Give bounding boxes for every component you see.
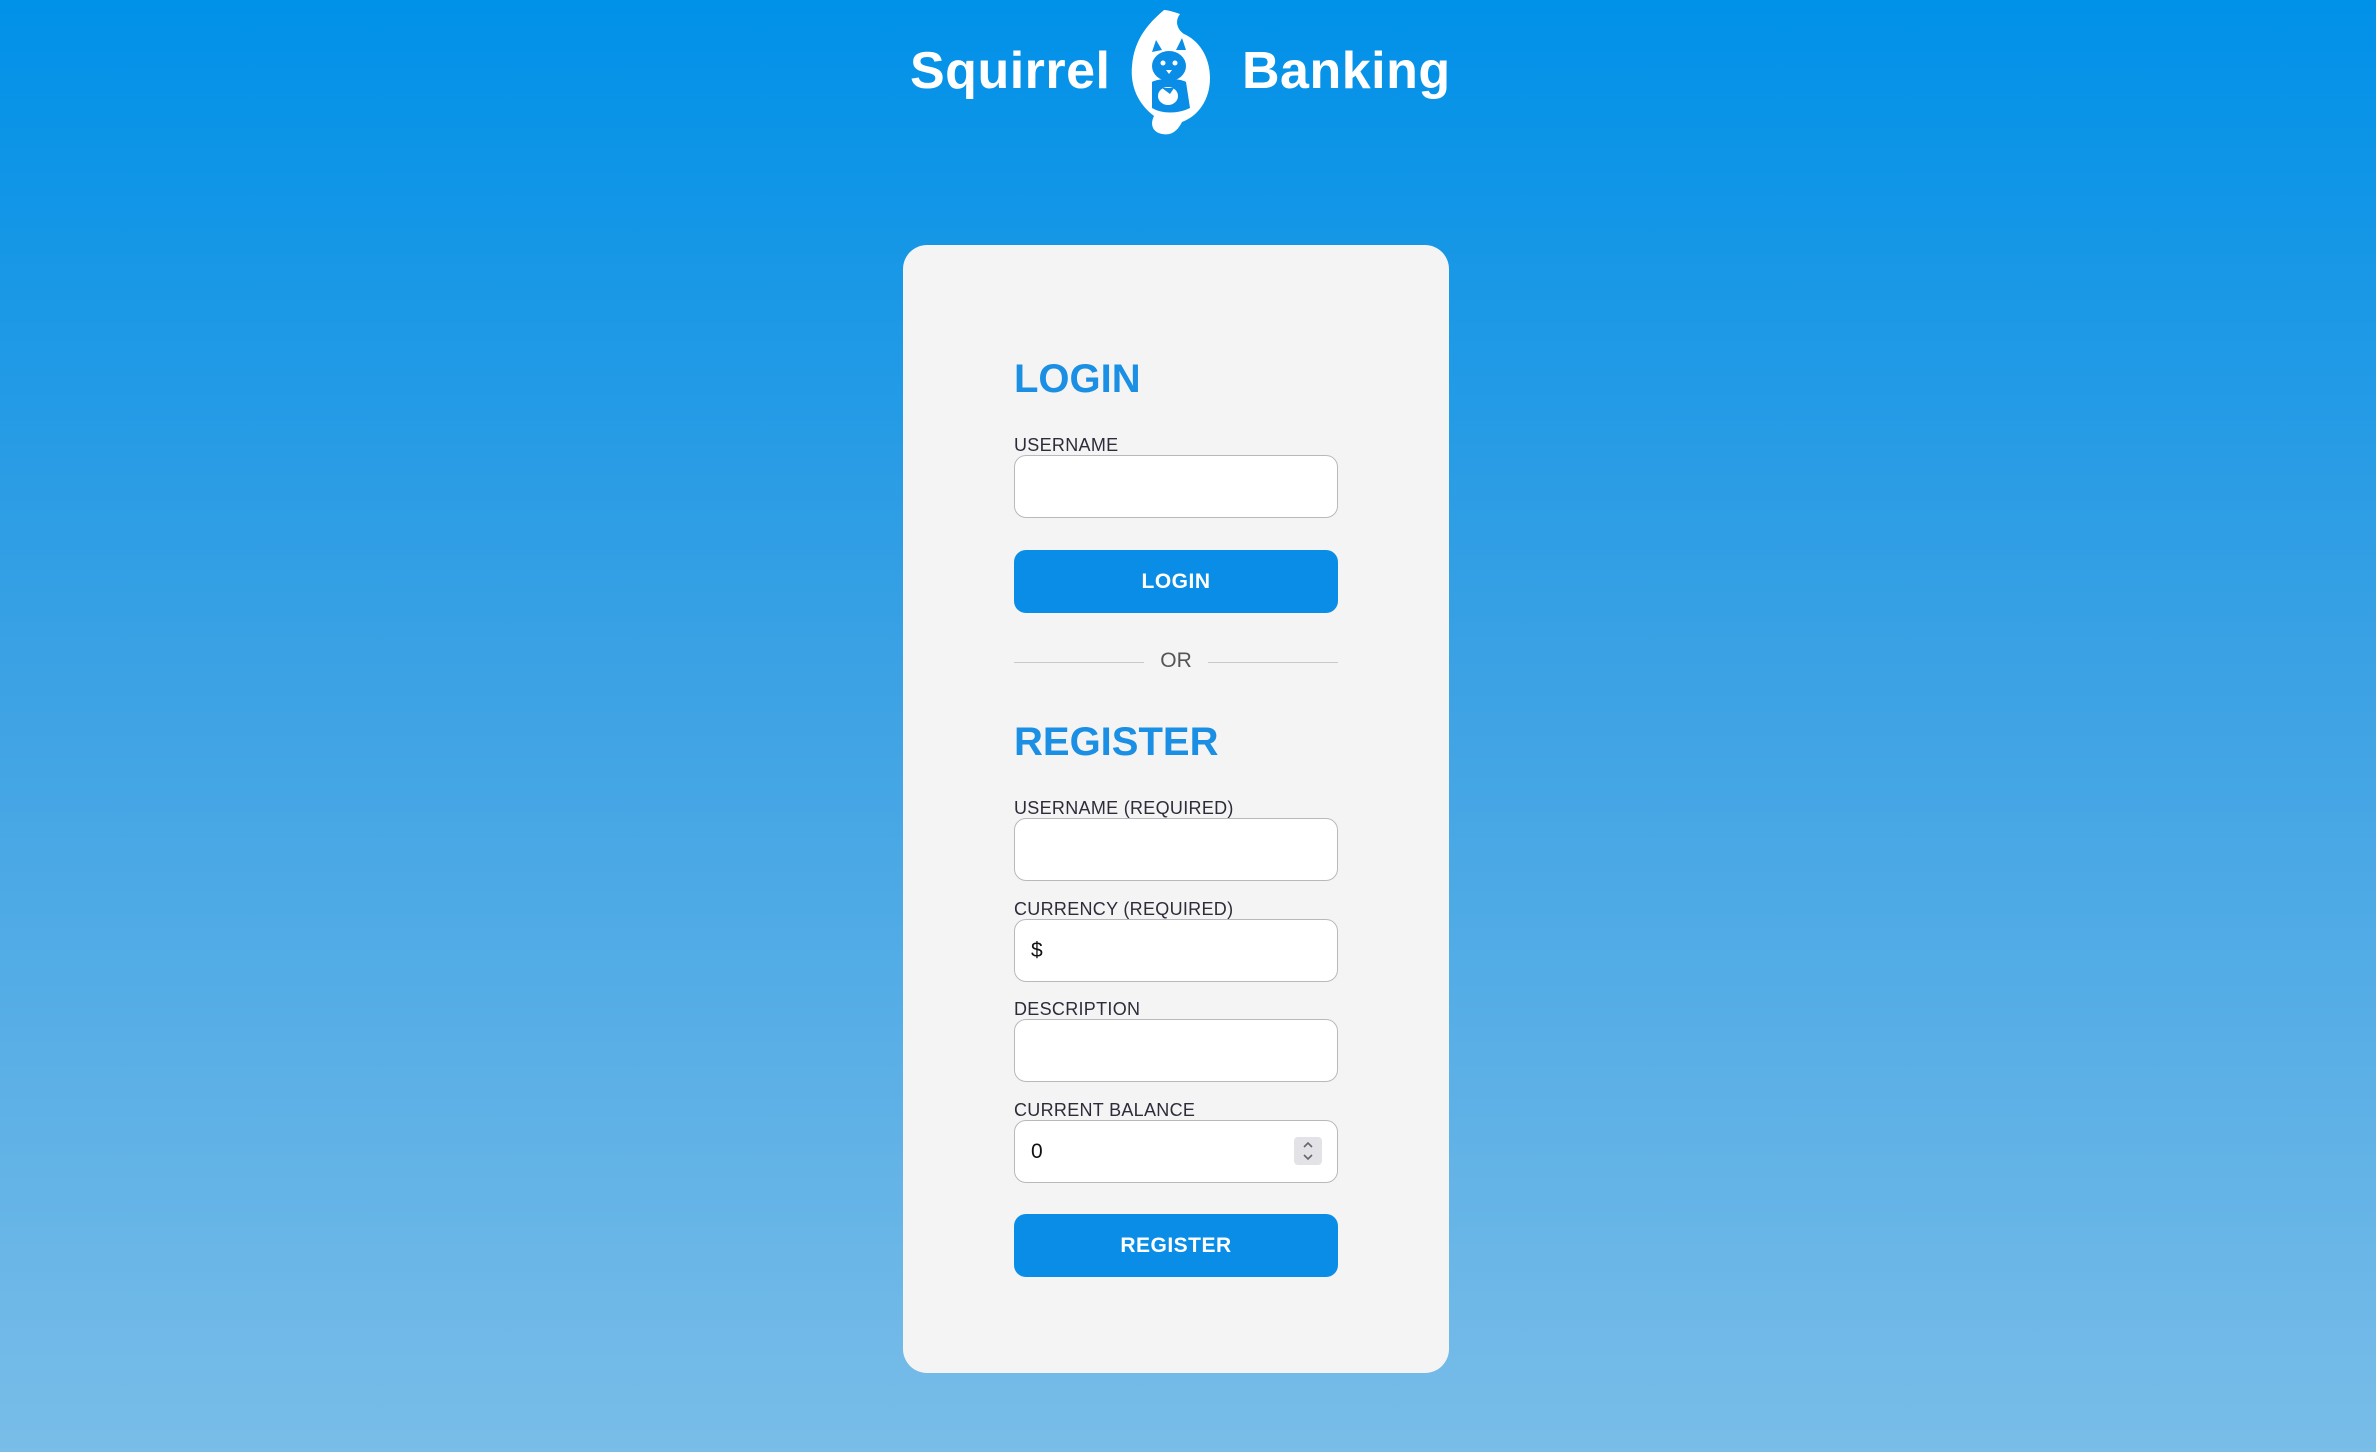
register-currency-input[interactable] xyxy=(1014,919,1338,982)
register-currency-label: CURRENCY (REQUIRED) xyxy=(1014,899,1234,919)
register-button[interactable]: REGISTER xyxy=(1014,1214,1338,1277)
login-button[interactable]: LOGIN xyxy=(1014,550,1338,613)
app-header: Squirrel Banking xyxy=(0,0,2376,150)
login-title: LOGIN xyxy=(1014,357,1141,401)
divider-text: OR xyxy=(1160,649,1192,672)
register-description-label: DESCRIPTION xyxy=(1014,999,1141,1019)
register-title: REGISTER xyxy=(1014,720,1219,764)
login-username-input[interactable] xyxy=(1014,455,1338,518)
register-balance-field xyxy=(1014,1120,1338,1183)
register-username-input[interactable] xyxy=(1014,818,1338,881)
register-username-label: USERNAME (REQUIRED) xyxy=(1014,798,1234,818)
or-divider: OR xyxy=(1014,647,1338,677)
register-balance-label: CURRENT BALANCE xyxy=(1014,1100,1196,1120)
divider-line-right xyxy=(1208,662,1338,663)
register-balance-input[interactable] xyxy=(1014,1120,1338,1183)
balance-stepper[interactable] xyxy=(1294,1137,1322,1165)
auth-card: LOGIN USERNAME LOGIN OR REGISTER USERNAM… xyxy=(903,245,1449,1373)
brand-name-right: Banking xyxy=(1242,42,1451,100)
chevron-up-icon[interactable] xyxy=(1302,1140,1314,1150)
brand-name-left: Squirrel xyxy=(910,42,1111,100)
register-description-input[interactable] xyxy=(1014,1019,1338,1082)
login-username-label: USERNAME xyxy=(1014,435,1119,455)
chevron-down-icon[interactable] xyxy=(1302,1152,1314,1162)
squirrel-logo-icon xyxy=(1128,8,1214,138)
